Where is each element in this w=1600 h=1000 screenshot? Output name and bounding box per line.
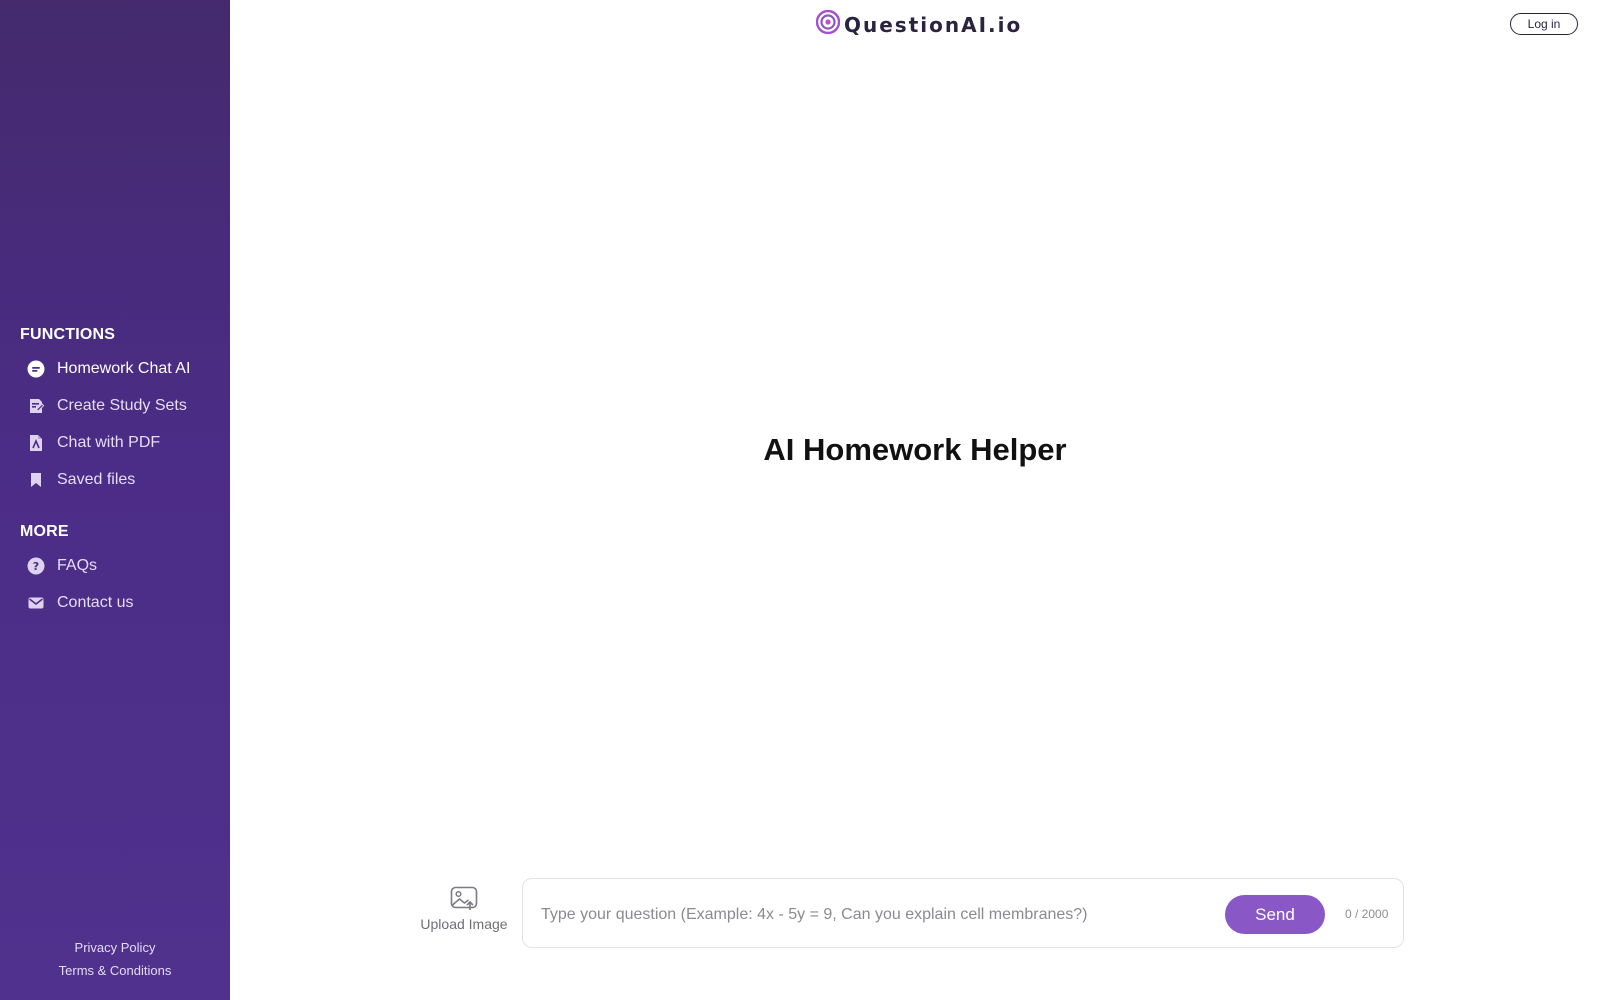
target-logo-icon xyxy=(815,9,841,39)
more-section-title: MORE xyxy=(20,523,69,540)
sidebar: FUNCTIONS Homework Chat AI Create Study … xyxy=(0,0,230,1000)
terms-conditions-link[interactable]: Terms & Conditions xyxy=(0,963,230,978)
study-sets-icon xyxy=(26,396,46,416)
image-upload-icon xyxy=(416,886,512,912)
sidebar-item-label: Saved files xyxy=(57,471,136,488)
sidebar-item-homework-chat-ai[interactable]: Homework Chat AI xyxy=(26,354,190,384)
sidebar-item-faqs[interactable]: ? FAQs xyxy=(26,551,97,581)
sidebar-item-label: Contact us xyxy=(57,594,134,611)
sidebar-item-chat-with-pdf[interactable]: Chat with PDF xyxy=(26,428,160,458)
brand-name: QuestionAI.io xyxy=(844,12,1023,37)
brand-logo[interactable]: QuestionAI.io xyxy=(815,9,1023,39)
chat-icon xyxy=(26,359,46,379)
pdf-icon xyxy=(26,433,46,453)
upload-image-button[interactable]: Upload Image xyxy=(416,886,512,932)
privacy-policy-link[interactable]: Privacy Policy xyxy=(0,940,230,955)
sidebar-item-create-study-sets[interactable]: Create Study Sets xyxy=(26,391,187,421)
question-icon: ? xyxy=(26,556,46,576)
page-title: AI Homework Helper xyxy=(763,432,1067,467)
sidebar-item-saved-files[interactable]: Saved files xyxy=(26,465,135,495)
upload-image-label: Upload Image xyxy=(420,916,508,932)
sidebar-item-label: Homework Chat AI xyxy=(57,360,191,377)
svg-text:?: ? xyxy=(33,560,39,573)
functions-section-title: FUNCTIONS xyxy=(20,326,116,343)
sidebar-item-label: FAQs xyxy=(57,557,98,574)
question-input[interactable] xyxy=(539,897,1193,933)
sidebar-item-contact-us[interactable]: Contact us xyxy=(26,588,133,618)
character-count: 0 / 2000 xyxy=(1345,907,1389,921)
sidebar-item-label: Create Study Sets xyxy=(57,397,187,414)
bookmark-icon xyxy=(26,470,46,490)
send-button[interactable]: Send xyxy=(1225,895,1325,934)
sidebar-item-label: Chat with PDF xyxy=(57,434,161,451)
login-button[interactable]: Log in xyxy=(1510,13,1578,35)
mail-icon xyxy=(26,593,46,613)
question-input-box: Send 0 / 2000 xyxy=(522,878,1404,948)
